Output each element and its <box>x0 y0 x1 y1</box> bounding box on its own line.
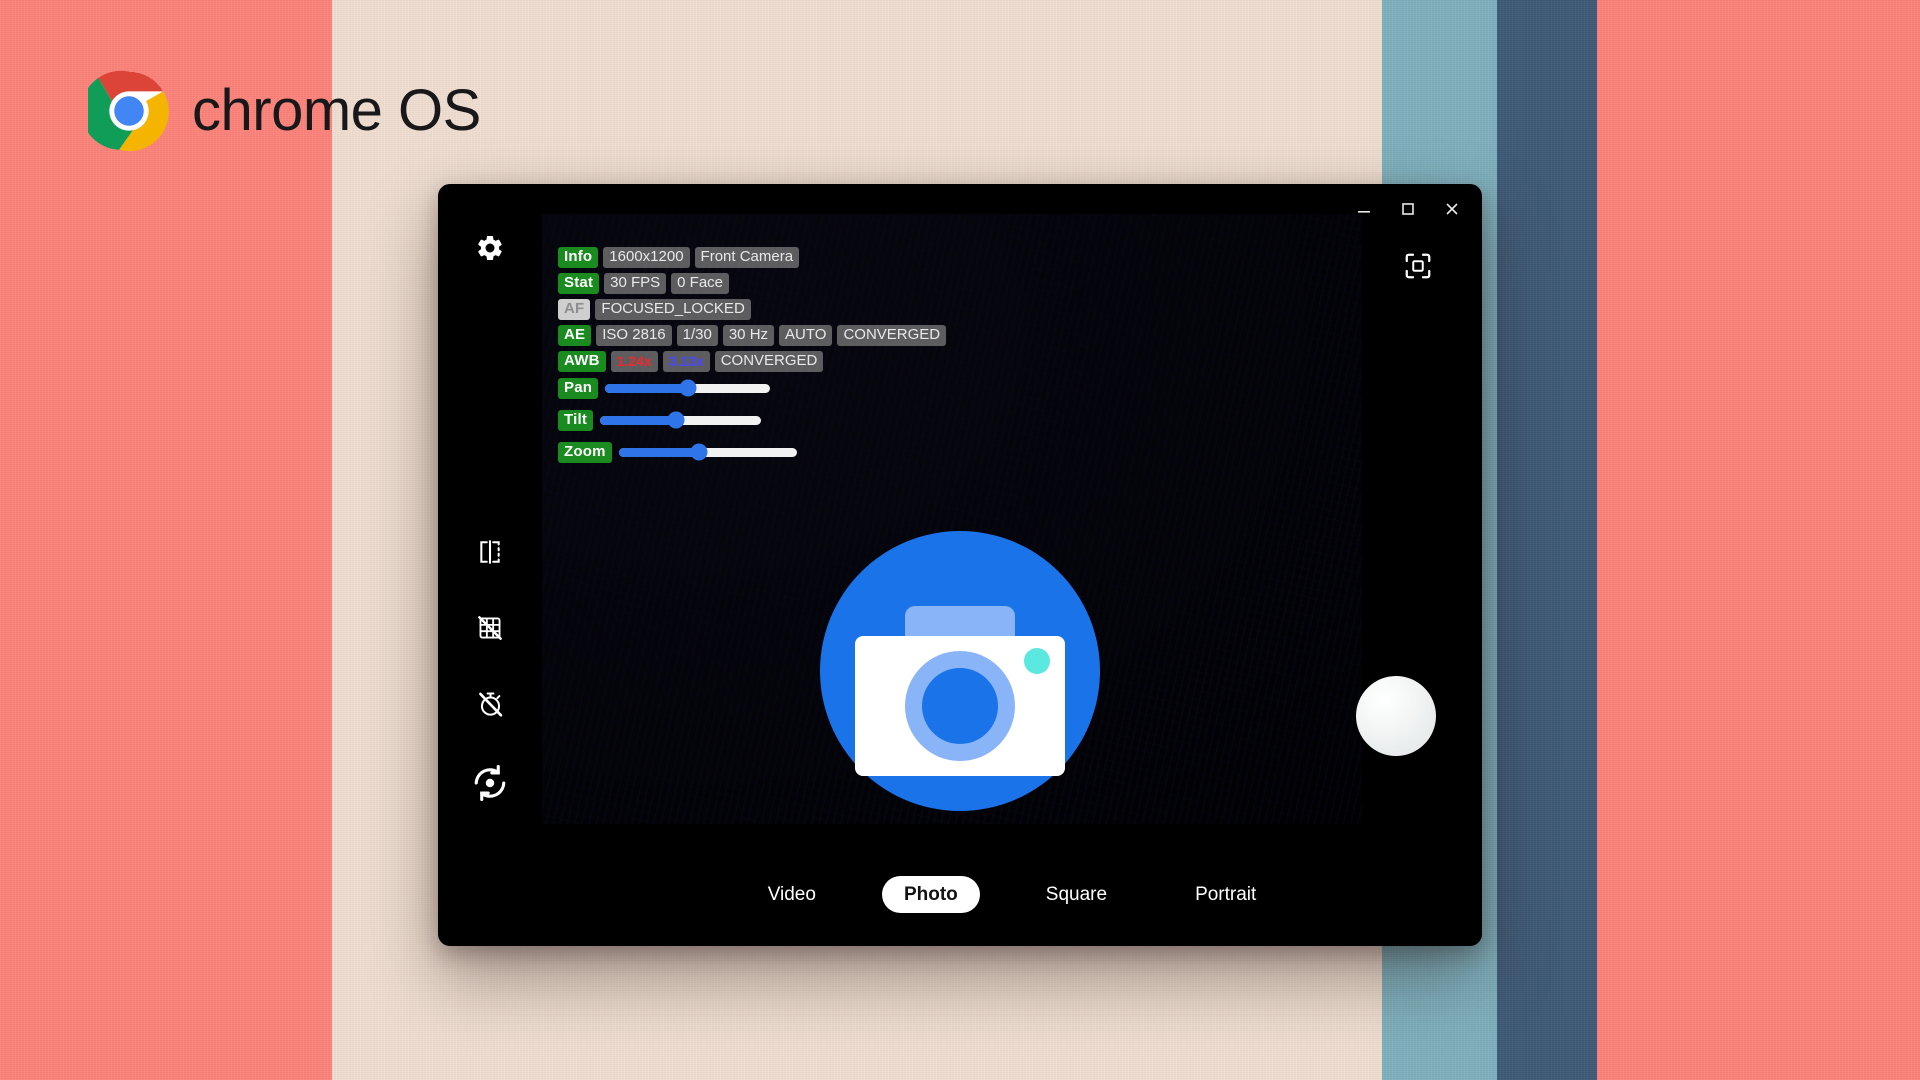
qr-scan-icon <box>1403 251 1433 286</box>
pan-slider-fill <box>605 383 688 393</box>
settings-gear-button[interactable] <box>464 222 516 274</box>
overlay-row-awb: AWB 1.24x 3.13x CONVERGED <box>558 350 946 372</box>
left-tool-rail <box>438 184 542 946</box>
pan-slider-knob[interactable] <box>679 379 697 397</box>
gear-icon <box>475 233 505 263</box>
window-controls <box>1344 188 1472 230</box>
overlay-tag: AWB <box>558 350 606 372</box>
minimize-icon[interactable] <box>1344 190 1384 228</box>
zoom-label: Zoom <box>558 441 612 463</box>
close-icon[interactable] <box>1432 190 1472 228</box>
overlay-chip: FOCUSED_LOCKED <box>595 298 751 320</box>
overlay-chip: CONVERGED <box>837 324 947 346</box>
overlay-chip-gain-blue: 3.13x <box>662 350 710 372</box>
zoom-slider-knob[interactable] <box>690 443 708 461</box>
pan-slider[interactable] <box>605 379 771 397</box>
overlay-tag: AE <box>558 324 592 346</box>
overlay-row-af: AF FOCUSED_LOCKED <box>558 298 946 320</box>
overlay-tag: Stat <box>558 272 600 294</box>
mirror-icon <box>477 539 503 565</box>
maximize-icon[interactable] <box>1388 190 1428 228</box>
qr-scan-button[interactable] <box>1394 244 1442 292</box>
switch-camera-button[interactable] <box>459 752 521 814</box>
camera-app-icon <box>775 486 1145 856</box>
tilt-label: Tilt <box>558 409 594 431</box>
timer-off-icon <box>477 691 504 718</box>
overlay-chip: 30 FPS <box>604 272 667 294</box>
capture-mode-strip: Video Photo Square Portrait <box>542 866 1482 922</box>
tilt-slider[interactable] <box>600 411 762 429</box>
timer-toggle-button[interactable] <box>464 678 516 730</box>
mode-photo[interactable]: Photo <box>881 875 980 913</box>
screenshot-root: chrome OS Info 1600x1200 Front Camera St… <box>0 0 1920 1080</box>
overlay-chip: Front Camera <box>694 246 800 268</box>
overlay-tag: Info <box>558 246 599 268</box>
tilt-slider-fill <box>600 415 676 425</box>
tilt-slider-row: Tilt <box>558 408 946 432</box>
overlay-row-stat: Stat 30 FPS 0 Face <box>558 272 946 294</box>
overlay-chip: 30 Hz <box>722 324 775 346</box>
overlay-chip: ISO 2816 <box>596 324 672 346</box>
chrome-os-wordmark: chrome OS <box>192 78 481 143</box>
overlay-row-ae: AE ISO 2816 1/30 30 Hz AUTO CONVERGED <box>558 324 947 346</box>
background-stripe-navy <box>1497 0 1597 1080</box>
mirror-toggle-button[interactable] <box>464 526 516 578</box>
zoom-slider[interactable] <box>618 443 797 461</box>
mode-video[interactable]: Video <box>746 876 838 913</box>
grid-off-icon <box>477 615 503 641</box>
camera-app-window: Info 1600x1200 Front Camera Stat 30 FPS … <box>438 184 1482 946</box>
overlay-chip: AUTO <box>779 324 833 346</box>
chrome-os-branding: chrome OS <box>88 70 481 152</box>
grid-toggle-button[interactable] <box>464 602 516 654</box>
overlay-row-info: Info 1600x1200 Front Camera <box>558 246 946 268</box>
chrome-logo-icon <box>88 70 170 152</box>
camera-debug-overlay: Info 1600x1200 Front Camera Stat 30 FPS … <box>558 246 947 472</box>
overlay-tag: AF <box>558 298 591 320</box>
mode-portrait[interactable]: Portrait <box>1173 876 1278 913</box>
switch-camera-icon <box>468 761 512 805</box>
overlay-chip: CONVERGED <box>714 350 824 372</box>
mode-square[interactable]: Square <box>1024 876 1129 913</box>
overlay-chip: 1/30 <box>676 324 718 346</box>
zoom-slider-fill <box>618 447 699 457</box>
pan-label: Pan <box>558 377 599 399</box>
zoom-slider-row: Zoom <box>558 440 946 464</box>
tilt-slider-knob[interactable] <box>667 411 685 429</box>
shutter-button[interactable] <box>1356 676 1436 756</box>
pan-slider-row: Pan <box>558 376 946 400</box>
overlay-chip: 0 Face <box>671 272 730 294</box>
overlay-chip: 1600x1200 <box>603 246 690 268</box>
overlay-chip-gain-red: 1.24x <box>610 350 658 372</box>
